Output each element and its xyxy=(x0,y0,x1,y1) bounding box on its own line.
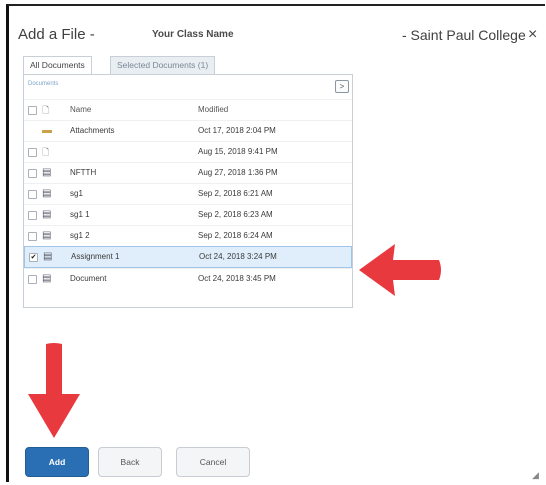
table-row[interactable]: ▤ NFTTH Aug 27, 2018 1:36 PM xyxy=(24,162,352,183)
table-header: 🗋 Name Modified xyxy=(24,99,352,120)
breadcrumb[interactable]: Documents xyxy=(28,81,58,87)
row-modified: Aug 15, 2018 9:41 PM xyxy=(198,147,278,156)
row-name[interactable]: Attachments xyxy=(70,121,114,141)
folder-icon: ▬ xyxy=(42,125,52,136)
row-name[interactable]: Assignment 1 xyxy=(71,247,119,267)
document-icon: ▤ xyxy=(42,273,52,284)
add-button[interactable]: Add xyxy=(25,447,89,477)
row-checkbox[interactable] xyxy=(28,232,37,241)
table-row[interactable]: 🗋 Aug 15, 2018 9:41 PM xyxy=(24,141,352,162)
tab-all-documents[interactable]: All Documents xyxy=(23,56,92,74)
row-modified: Oct 24, 2018 3:24 PM xyxy=(199,252,277,261)
table-row-selected[interactable]: ✔ ▤ Assignment 1 Oct 24, 2018 3:24 PM xyxy=(24,246,352,268)
table-row[interactable]: ▤ sg1 Sep 2, 2018 6:21 AM xyxy=(24,183,352,204)
resize-handle-icon[interactable]: ◢ xyxy=(532,470,539,481)
expand-button[interactable]: > xyxy=(335,80,349,93)
back-button[interactable]: Back xyxy=(98,447,162,477)
document-icon: ▤ xyxy=(42,167,52,178)
college-name: - Saint Paul College xyxy=(402,27,526,43)
row-modified: Sep 2, 2018 6:24 AM xyxy=(198,231,273,240)
row-checkbox-checked[interactable]: ✔ xyxy=(29,253,38,262)
row-name[interactable]: sg1 1 xyxy=(70,205,90,225)
row-checkbox[interactable] xyxy=(28,169,37,178)
row-name[interactable]: sg1 xyxy=(70,184,83,204)
dialog-title: Add a File - xyxy=(18,26,95,43)
row-name[interactable]: Document xyxy=(70,269,106,289)
select-all-checkbox[interactable] xyxy=(28,106,37,115)
document-icon: ▤ xyxy=(42,188,52,199)
row-modified: Oct 24, 2018 3:45 PM xyxy=(198,274,276,283)
tab-selected-documents[interactable]: Selected Documents (1) xyxy=(110,56,216,74)
row-modified: Sep 2, 2018 6:21 AM xyxy=(198,189,273,198)
annotation-arrow-left xyxy=(359,244,441,296)
cancel-button[interactable]: Cancel xyxy=(176,447,250,477)
row-modified: Aug 27, 2018 1:36 PM xyxy=(198,168,278,177)
class-name: Your Class Name xyxy=(152,29,234,40)
close-icon[interactable]: × xyxy=(528,26,537,44)
document-icon: ▤ xyxy=(43,251,53,262)
row-name[interactable]: sg1 2 xyxy=(70,226,90,246)
row-name[interactable]: NFTTH xyxy=(70,163,96,183)
table-row[interactable]: ▬ Attachments Oct 17, 2018 2:04 PM xyxy=(24,120,352,141)
column-header-name[interactable]: Name xyxy=(70,100,91,120)
document-icon: ▤ xyxy=(42,230,52,241)
table-row[interactable]: ▤ sg1 1 Sep 2, 2018 6:23 AM xyxy=(24,204,352,225)
documents-panel: Documents > 🗋 Name Modified ▬ Attachment… xyxy=(23,74,353,308)
file-icon: 🗋 xyxy=(42,105,50,115)
row-modified: Oct 17, 2018 2:04 PM xyxy=(198,126,276,135)
document-icon: ▤ xyxy=(42,209,52,220)
file-icon: 🗋 xyxy=(42,147,50,157)
row-checkbox[interactable] xyxy=(28,211,37,220)
row-checkbox[interactable] xyxy=(28,148,37,157)
table-row[interactable]: ▤ sg1 2 Sep 2, 2018 6:24 AM xyxy=(24,225,352,246)
row-modified: Sep 2, 2018 6:23 AM xyxy=(198,210,273,219)
table-row[interactable]: ▤ Document Oct 24, 2018 3:45 PM xyxy=(24,268,352,289)
row-checkbox[interactable] xyxy=(28,190,37,199)
annotation-arrow-down xyxy=(28,343,80,438)
row-checkbox[interactable] xyxy=(28,275,37,284)
column-header-modified[interactable]: Modified xyxy=(198,100,228,120)
